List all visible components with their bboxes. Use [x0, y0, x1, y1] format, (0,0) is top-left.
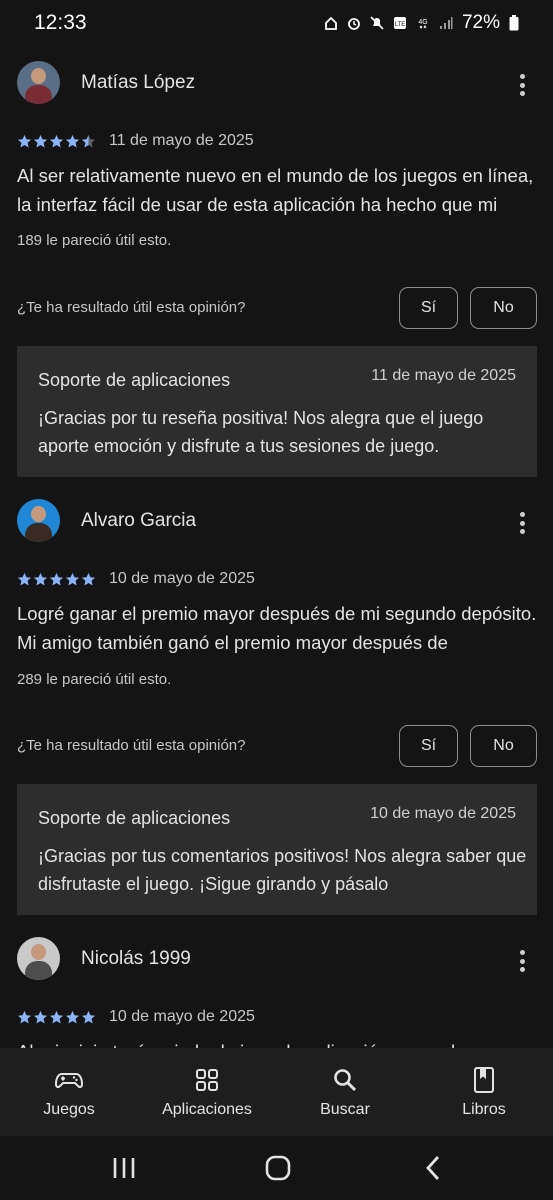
- avatar: [17, 499, 60, 542]
- svg-text:LTE: LTE: [395, 22, 406, 28]
- review-header: Nicolás 1999: [17, 937, 191, 980]
- star-full-icon: [66, 572, 79, 585]
- more-options-icon[interactable]: [519, 74, 525, 96]
- review-text: Al ser relativamente nuevo en el mundo d…: [17, 165, 534, 215]
- avatar: [17, 61, 60, 104]
- star-rating: [17, 1010, 96, 1025]
- star-half-icon: [82, 134, 95, 147]
- back-icon[interactable]: [420, 1154, 448, 1182]
- bottom-navigation: Juegos Aplicaciones Buscar Libros: [0, 1048, 553, 1136]
- star-rating: [17, 572, 96, 587]
- star-full-icon: [50, 1010, 63, 1023]
- nav-item-libros[interactable]: Libros: [444, 1048, 524, 1136]
- search-icon: [334, 1069, 357, 1092]
- developer-reply: Soporte de aplicaciones 10 de mayo de 20…: [17, 784, 537, 915]
- mute-icon: [370, 16, 384, 30]
- review-header: Alvaro Garcia: [17, 499, 196, 542]
- battery-percent: 72%: [461, 12, 500, 33]
- star-full-icon: [18, 572, 31, 585]
- home-icon: [325, 16, 337, 30]
- apps-grid-icon: [196, 1069, 218, 1091]
- star-full-icon: [50, 572, 63, 585]
- star-full-icon: [82, 1010, 95, 1023]
- review-header: Matías López: [17, 61, 195, 104]
- home-button-icon[interactable]: [264, 1154, 292, 1182]
- rating-row: 11 de mayo de 2025: [17, 132, 254, 150]
- rating-row: 10 de mayo de 2025: [17, 570, 255, 588]
- helpful-count: 289 le pareció útil esto.: [17, 671, 172, 688]
- nav-label: Libros: [462, 1101, 506, 1118]
- helpful-count: 189 le pareció útil esto.: [17, 232, 172, 249]
- star-full-icon: [34, 1010, 47, 1023]
- reply-date: 11 de mayo de 2025: [371, 367, 516, 384]
- nav-item-aplicaciones[interactable]: Aplicaciones: [152, 1048, 262, 1136]
- status-bar: 12:33 LTE 4G 72%: [0, 0, 553, 46]
- recent-apps-icon[interactable]: [110, 1154, 138, 1182]
- helpful-question: ¿Te ha resultado útil esta opinión?: [17, 737, 246, 754]
- reviewer-name: Matías López: [81, 71, 196, 93]
- developer-reply: Soporte de aplicaciones 11 de mayo de 20…: [17, 346, 537, 477]
- rating-row: 10 de mayo de 2025: [17, 1008, 255, 1026]
- gamepad-icon: [54, 1073, 84, 1089]
- book-icon: [474, 1067, 494, 1093]
- review-date: 11 de mayo de 2025: [109, 132, 254, 149]
- more-options-icon[interactable]: [519, 950, 525, 972]
- helpful-no-button[interactable]: No: [470, 725, 537, 767]
- more-options-icon[interactable]: [519, 512, 525, 534]
- nav-label: Buscar: [320, 1101, 370, 1118]
- review-date: 10 de mayo de 2025: [109, 570, 255, 587]
- volte-icon: LTE: [393, 17, 406, 29]
- reply-text: ¡Gracias por tu reseña positiva! Nos ale…: [38, 408, 484, 456]
- status-icons: LTE 4G 72%: [324, 12, 519, 34]
- 4g-icon: 4G: [418, 19, 428, 30]
- reviewer-name: Alvaro Garcia: [81, 509, 197, 531]
- alarm-icon: [348, 18, 360, 30]
- reply-date: 10 de mayo de 2025: [370, 805, 516, 822]
- star-full-icon: [18, 134, 31, 147]
- reviewer-name: Nicolás 1999: [81, 947, 191, 969]
- star-rating: [17, 134, 96, 149]
- nav-label: Juegos: [43, 1101, 95, 1118]
- status-time: 12:33: [34, 11, 87, 34]
- nav-label: Aplicaciones: [162, 1101, 252, 1118]
- helpful-yes-button[interactable]: Sí: [399, 287, 458, 329]
- svg-text:4G: 4G: [418, 19, 427, 26]
- avatar: [17, 937, 60, 980]
- reply-author: Soporte de aplicaciones: [38, 808, 231, 828]
- helpful-question: ¿Te ha resultado útil esta opinión?: [17, 299, 246, 316]
- star-full-icon: [34, 572, 47, 585]
- system-navigation-bar: [0, 1136, 553, 1200]
- star-full-icon: [50, 134, 63, 147]
- signal-icon: [439, 17, 453, 29]
- star-full-icon: [66, 134, 79, 147]
- reply-text: ¡Gracias por tus comentarios positivos! …: [38, 846, 527, 894]
- star-full-icon: [18, 1010, 31, 1023]
- reply-author: Soporte de aplicaciones: [38, 370, 231, 390]
- battery-icon: [509, 15, 519, 31]
- review-date: 10 de mayo de 2025: [109, 1008, 255, 1025]
- helpful-yes-button[interactable]: Sí: [399, 725, 458, 767]
- star-full-icon: [34, 134, 47, 147]
- nav-item-juegos[interactable]: Juegos: [29, 1048, 109, 1136]
- star-full-icon: [66, 1010, 79, 1023]
- review-text: Logré ganar el premio mayor después de m…: [17, 603, 537, 653]
- helpful-no-button[interactable]: No: [470, 287, 537, 329]
- nav-item-buscar[interactable]: Buscar: [305, 1048, 385, 1136]
- star-full-icon: [82, 572, 95, 585]
